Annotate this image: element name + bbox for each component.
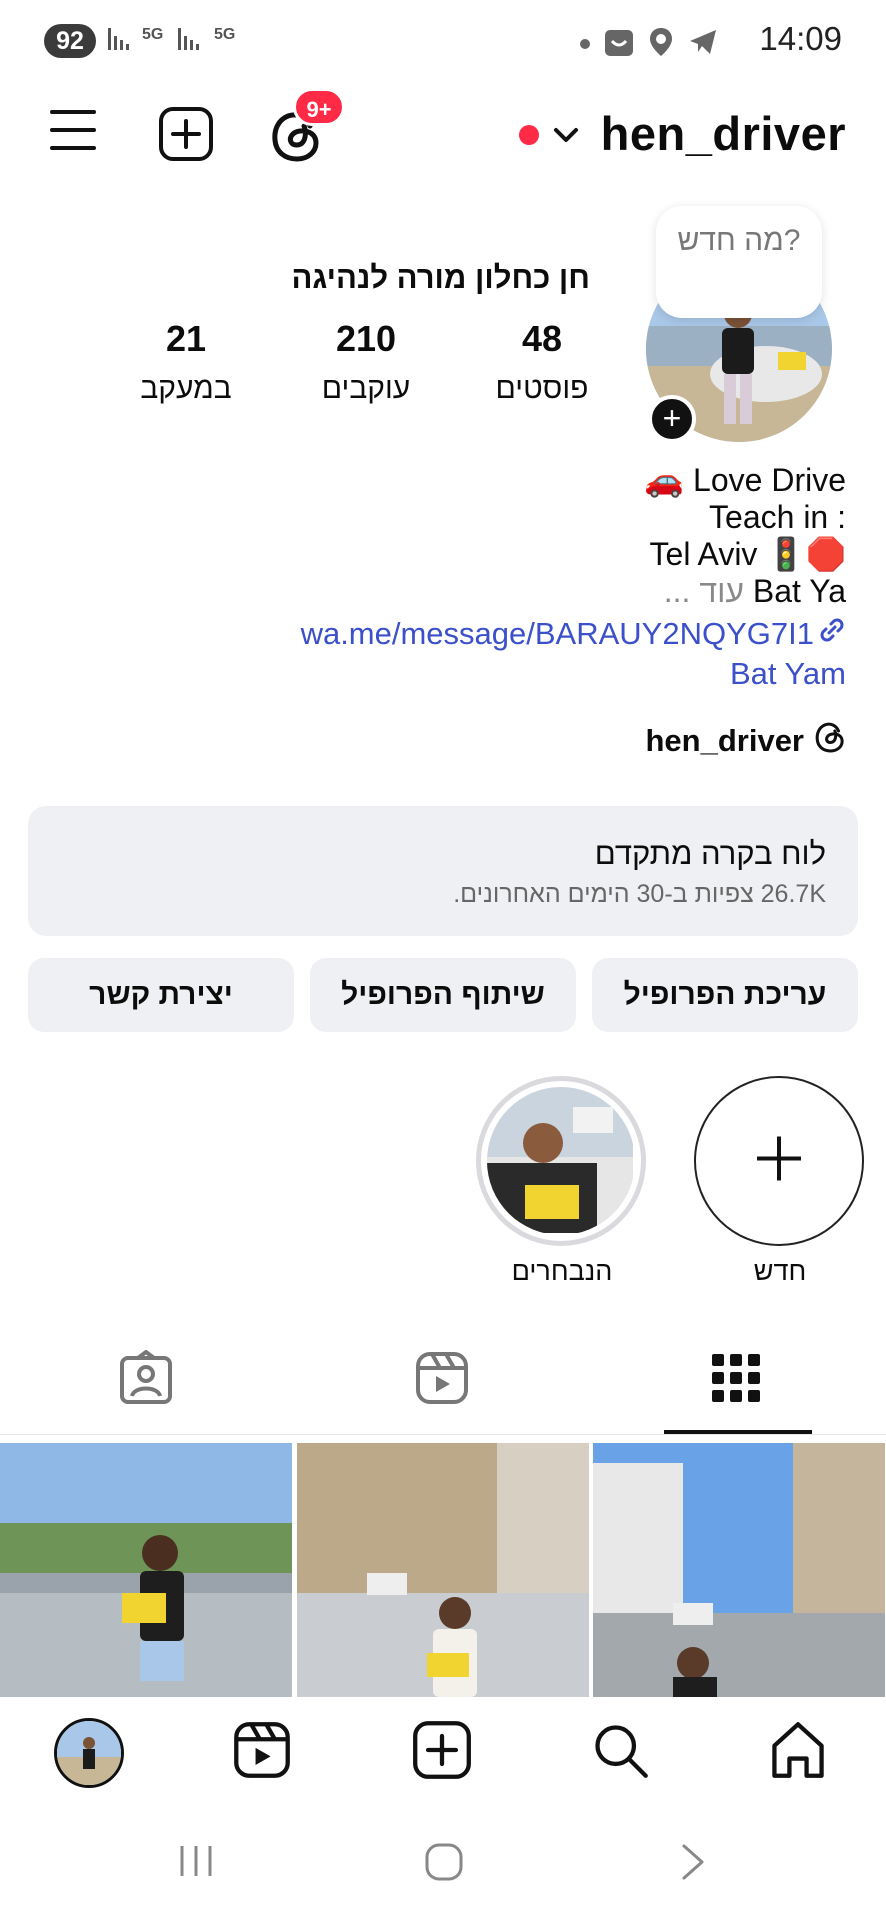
status-icons [580, 26, 718, 63]
telegram-icon [688, 28, 718, 61]
status-bar: 92 5G 5G 14:09 [0, 0, 886, 84]
bio-more-link[interactable]: ... עוד [664, 573, 744, 609]
location-icon [648, 26, 674, 63]
post-thumbnail[interactable] [593, 1443, 886, 1697]
app-notification-icon [604, 27, 634, 62]
back-button-icon[interactable] [678, 1842, 708, 1887]
create-nav-icon[interactable] [412, 1720, 478, 1786]
grid-tab-icon[interactable] [708, 1350, 768, 1410]
profile-username[interactable]: hen_driver [601, 106, 846, 161]
location-link[interactable]: Bat Yam [730, 656, 846, 692]
dashboard-subtitle: 26.7K צפיות ב-30 הימים האחרונים. [453, 880, 826, 908]
note-bubble[interactable]: מה חדש? [656, 206, 822, 318]
live-status-dot [518, 124, 540, 151]
create-post-icon[interactable] [158, 106, 214, 167]
status-time: 14:09 [759, 20, 842, 57]
threads-handle-text: hen_driver [645, 723, 804, 758]
threads-badge[interactable]: hen_driver [645, 720, 846, 762]
profile-nav-avatar[interactable] [54, 1718, 124, 1788]
highlight-featured[interactable] [476, 1076, 646, 1246]
reels-nav-icon[interactable] [232, 1720, 298, 1786]
bio-line: Tel Aviv 🚦🛑 [649, 536, 846, 572]
dot-icon [580, 36, 590, 54]
search-nav-icon[interactable] [590, 1720, 656, 1786]
bio-line: 🚗 Love Drive [644, 462, 846, 498]
highlight-label-new: חדש [753, 1256, 807, 1286]
reels-tab-icon[interactable] [414, 1350, 474, 1410]
add-story-button[interactable]: + [648, 395, 696, 443]
stat-followers-value: 210 [335, 318, 397, 359]
tab-divider [0, 1434, 886, 1435]
tagged-tab-icon[interactable] [118, 1349, 178, 1410]
signal-icon [108, 24, 132, 55]
network-type-1: 5G [142, 26, 164, 43]
new-highlight-button[interactable] [694, 1076, 864, 1246]
bio-line: Teach in : [709, 499, 846, 535]
professional-dashboard[interactable]: לוח בקרה מתקדם 26.7K צפיות ב-30 הימים הא… [28, 806, 858, 936]
contact-button[interactable]: יצירת קשר [28, 958, 294, 1032]
stat-followers[interactable]: 210 עוקבים [296, 318, 436, 406]
menu-icon[interactable] [48, 106, 100, 159]
post-thumbnail[interactable] [0, 1443, 293, 1697]
stat-posts-value: 48 [521, 318, 563, 359]
stat-following-value: 21 [165, 318, 207, 359]
stat-followers-label: עוקבים [321, 372, 411, 405]
link-icon [818, 616, 846, 652]
notification-badge: 9+ [293, 88, 345, 126]
network-type-2: 5G [214, 26, 236, 43]
battery-level: 92 [44, 24, 96, 58]
stat-following-label: במעקב [140, 372, 232, 405]
home-nav-icon[interactable] [768, 1720, 834, 1786]
post-thumbnail[interactable] [296, 1443, 590, 1697]
signal-icon [178, 24, 202, 55]
profile-bio[interactable]: 🚗 Love Drive Teach in : Tel Aviv 🚦🛑 ... … [286, 462, 846, 610]
plus-icon [755, 1135, 803, 1188]
highlight-label-featured: הנבחרים [511, 1256, 613, 1286]
bio-line: Bat Ya [752, 573, 846, 609]
edit-profile-button[interactable]: עריכת הפרופיל [592, 958, 858, 1032]
dashboard-title: לוח בקרה מתקדם [594, 836, 826, 871]
posts-grid [0, 1443, 886, 1697]
share-profile-button[interactable]: שיתוף הפרופיל [310, 958, 576, 1032]
stat-posts[interactable]: 48 פוסטים [472, 318, 612, 406]
bio-link[interactable]: wa.me/message/BARAUY2NQYG7I1 [301, 616, 846, 652]
bio-link-text: wa.me/message/BARAUY2NQYG7I1 [300, 616, 814, 651]
home-button-icon[interactable] [424, 1842, 464, 1887]
stat-posts-label: פוסטים [495, 372, 589, 405]
highlight-thumbnail [487, 1087, 635, 1235]
threads-small-icon [814, 720, 846, 762]
chevron-down-icon[interactable] [552, 124, 580, 151]
stat-following[interactable]: 21 במעקב [116, 318, 256, 406]
recent-apps-icon[interactable] [178, 1842, 216, 1885]
display-name: חן כחלון מורה לנהיגה [291, 260, 590, 295]
